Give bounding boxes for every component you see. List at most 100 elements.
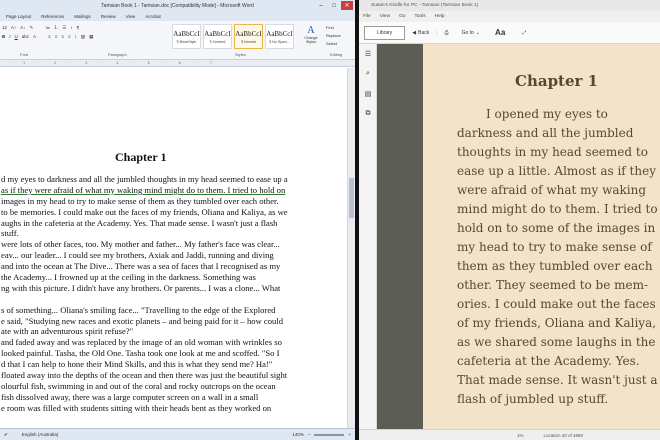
kindle-line: as we shared some laughs in the xyxy=(457,335,656,349)
kindle-line: ease up a little. Almost as if they xyxy=(457,164,656,178)
style-no-spacing[interactable]: AaBbCcI ¶ No Spaci... xyxy=(265,24,294,49)
zoom-in-icon[interactable]: + xyxy=(348,432,351,437)
kindle-line: ories. I could make out the faces xyxy=(457,297,656,311)
bold-icon[interactable]: B xyxy=(2,34,5,39)
zoom-out-icon[interactable]: – xyxy=(308,432,311,437)
proofing-icon[interactable]: ✔ xyxy=(4,432,8,438)
style-centred[interactable]: AaBbCcI ¶ Centred xyxy=(203,24,232,49)
kindle-window: Susan's Kindle for PC - Tamsian (Tamsian… xyxy=(359,0,660,440)
align-right-icon[interactable]: ≡ xyxy=(61,34,64,39)
font-color-icon[interactable]: A xyxy=(33,34,36,39)
ruler[interactable]: · 1 · 2 · 3 · 4 · 5 · 6 · 7 xyxy=(0,60,355,67)
close-icon[interactable]: ✕ xyxy=(341,1,353,10)
chevron-down-icon: ⌄ xyxy=(475,29,481,36)
flashcards-icon[interactable]: ⧉ xyxy=(359,104,377,124)
doc-line: aughs in the cafeteria at the Academy. Y… xyxy=(1,217,278,228)
doc-line: floated away into the depths of the ocea… xyxy=(1,370,288,381)
kindle-line: darkness and all the jumbled xyxy=(457,126,634,140)
back-button[interactable]: ◀ Back xyxy=(412,30,429,36)
vertical-scrollbar[interactable] xyxy=(347,68,355,428)
sort-icon[interactable]: ↕ xyxy=(70,25,72,30)
shading-icon[interactable]: ▨ xyxy=(81,34,85,40)
menu-tools[interactable]: Tools xyxy=(414,14,425,19)
line-spacing-icon[interactable]: ↨ xyxy=(75,34,77,39)
kindle-line: flash of jumbled up stuff. xyxy=(457,392,609,406)
minimize-icon[interactable]: – xyxy=(315,1,327,10)
menu-help[interactable]: Help xyxy=(435,14,445,19)
goto-button[interactable]: Go to ⌄ xyxy=(462,30,480,36)
print-icon[interactable]: ⎙ xyxy=(445,30,449,36)
zoom-level[interactable]: 140% xyxy=(292,432,304,437)
kindle-chapter-heading: Chapter 1 xyxy=(515,72,599,90)
tab-review[interactable]: Review xyxy=(101,14,116,19)
kindle-title-bar: Susan's Kindle for PC - Tamsian (Tamsian… xyxy=(359,0,660,11)
maximize-icon[interactable]: □ xyxy=(328,1,340,10)
align-center-icon[interactable]: ≡ xyxy=(55,34,58,39)
tab-acrobat[interactable]: Acrobat xyxy=(145,14,161,19)
doc-line xyxy=(0,294,347,305)
table-of-contents-icon[interactable]: ☰ xyxy=(359,44,377,64)
grow-font-icon[interactable]: A↑ xyxy=(11,25,16,30)
language-status[interactable]: English (Australia) xyxy=(22,432,59,437)
back-arrow-icon: ◀ xyxy=(412,29,417,36)
tab-mailings[interactable]: Mailings xyxy=(74,14,91,19)
tab-references[interactable]: References xyxy=(41,14,64,19)
bullets-icon[interactable]: ≔ xyxy=(45,25,50,31)
kindle-toolbar: Library ◀ Back | ⎙ Go to ⌄ Aa ⤢ xyxy=(359,22,660,44)
doc-line: stuff. xyxy=(1,228,19,239)
doc-line: olourful fish, swimming in and out of th… xyxy=(1,380,276,391)
style-normal[interactable]: AaBbCcI ¶ Normal xyxy=(234,24,263,49)
group-paragraph-label: Paragraph xyxy=(108,52,127,57)
zoom-slider[interactable] xyxy=(314,433,345,436)
word-title-bar: Tamsian Book 1 - Tamsian.doc [Compatibil… xyxy=(0,0,355,12)
kindle-line: cafeteria at the Academy. Yes. xyxy=(457,354,640,368)
multilevel-icon[interactable]: ☰ xyxy=(62,25,66,31)
kindle-menu-bar: File View Go Tools Help xyxy=(359,11,660,22)
doc-line: to be memories. I could make out the fac… xyxy=(1,206,288,217)
kindle-line: hold on to some of the images in xyxy=(457,221,656,235)
ribbon-tabs: Page Layout References Mailings Review V… xyxy=(0,12,355,21)
word-title: Tamsian Book 1 - Tamsian.doc [Compatibil… xyxy=(101,3,254,9)
underline-icon[interactable]: U xyxy=(15,34,18,39)
shrink-font-icon[interactable]: A↓ xyxy=(20,25,25,30)
font-size-field[interactable]: 12 xyxy=(2,25,7,30)
numbering-icon[interactable]: ⒈ xyxy=(54,25,59,31)
toolbar-separator: | xyxy=(436,29,438,36)
menu-file[interactable]: File xyxy=(363,14,371,19)
select-button[interactable]: Select xyxy=(326,40,341,48)
scrollbar-thumb[interactable] xyxy=(349,178,354,218)
tab-view[interactable]: View xyxy=(126,14,136,19)
style-blockstyle[interactable]: AaBbCcI ¶ BlockStyle xyxy=(172,24,201,49)
kindle-status-bar: 1% Location 40 of 4880 xyxy=(359,429,660,440)
tab-page-layout[interactable]: Page Layout xyxy=(6,14,31,19)
kindle-line: of my friends, Oliana and Kaliya, xyxy=(457,316,657,330)
strikethrough-icon[interactable]: abc xyxy=(22,34,29,39)
replace-button[interactable]: Replace xyxy=(326,32,341,40)
doc-line: looked painful. Tasha, the Old One. Tash… xyxy=(1,348,280,359)
borders-icon[interactable]: ▦ xyxy=(89,34,93,40)
change-styles-button[interactable]: A Change Styles xyxy=(301,25,321,44)
styles-gallery: AaBbCcI ¶ BlockStyle AaBbCcI ¶ Centred A… xyxy=(172,24,294,49)
reading-percent: 1% xyxy=(517,432,524,438)
find-button[interactable]: Find xyxy=(326,24,341,32)
library-button[interactable]: Library xyxy=(364,25,406,40)
search-icon[interactable]: ⌕ xyxy=(359,64,377,84)
reading-pane[interactable]: Chapter 1 I opened my eyes to darkness a… xyxy=(423,44,660,429)
kindle-line: mind might do to them. I tried to xyxy=(457,202,658,216)
pilcrow-icon[interactable]: ¶ xyxy=(77,25,79,30)
justify-icon[interactable]: ≡ xyxy=(68,34,71,39)
align-left-icon[interactable]: ≡ xyxy=(48,34,51,39)
change-styles-icon: A xyxy=(307,25,315,36)
document-page[interactable]: Chapter 1 d my eyes to darkness and all … xyxy=(0,68,347,428)
menu-go[interactable]: Go xyxy=(399,14,405,19)
italic-icon[interactable]: I xyxy=(9,34,10,39)
word-status-bar: ✔ English (Australia) 140% – + xyxy=(0,428,355,440)
fullscreen-icon[interactable]: ⤢ xyxy=(522,30,526,36)
doc-line: as if they were afraid of what my waking… xyxy=(1,184,286,195)
notes-icon[interactable]: ▤ xyxy=(359,84,377,104)
clear-format-icon[interactable]: ✎ xyxy=(30,25,34,31)
menu-view[interactable]: View xyxy=(380,14,390,19)
font-settings-button[interactable]: Aa xyxy=(495,28,505,37)
doc-line: d that I can help to hone their Mind Ski… xyxy=(1,359,273,370)
kindle-line: That made sense. It wasn't just a xyxy=(457,373,658,387)
